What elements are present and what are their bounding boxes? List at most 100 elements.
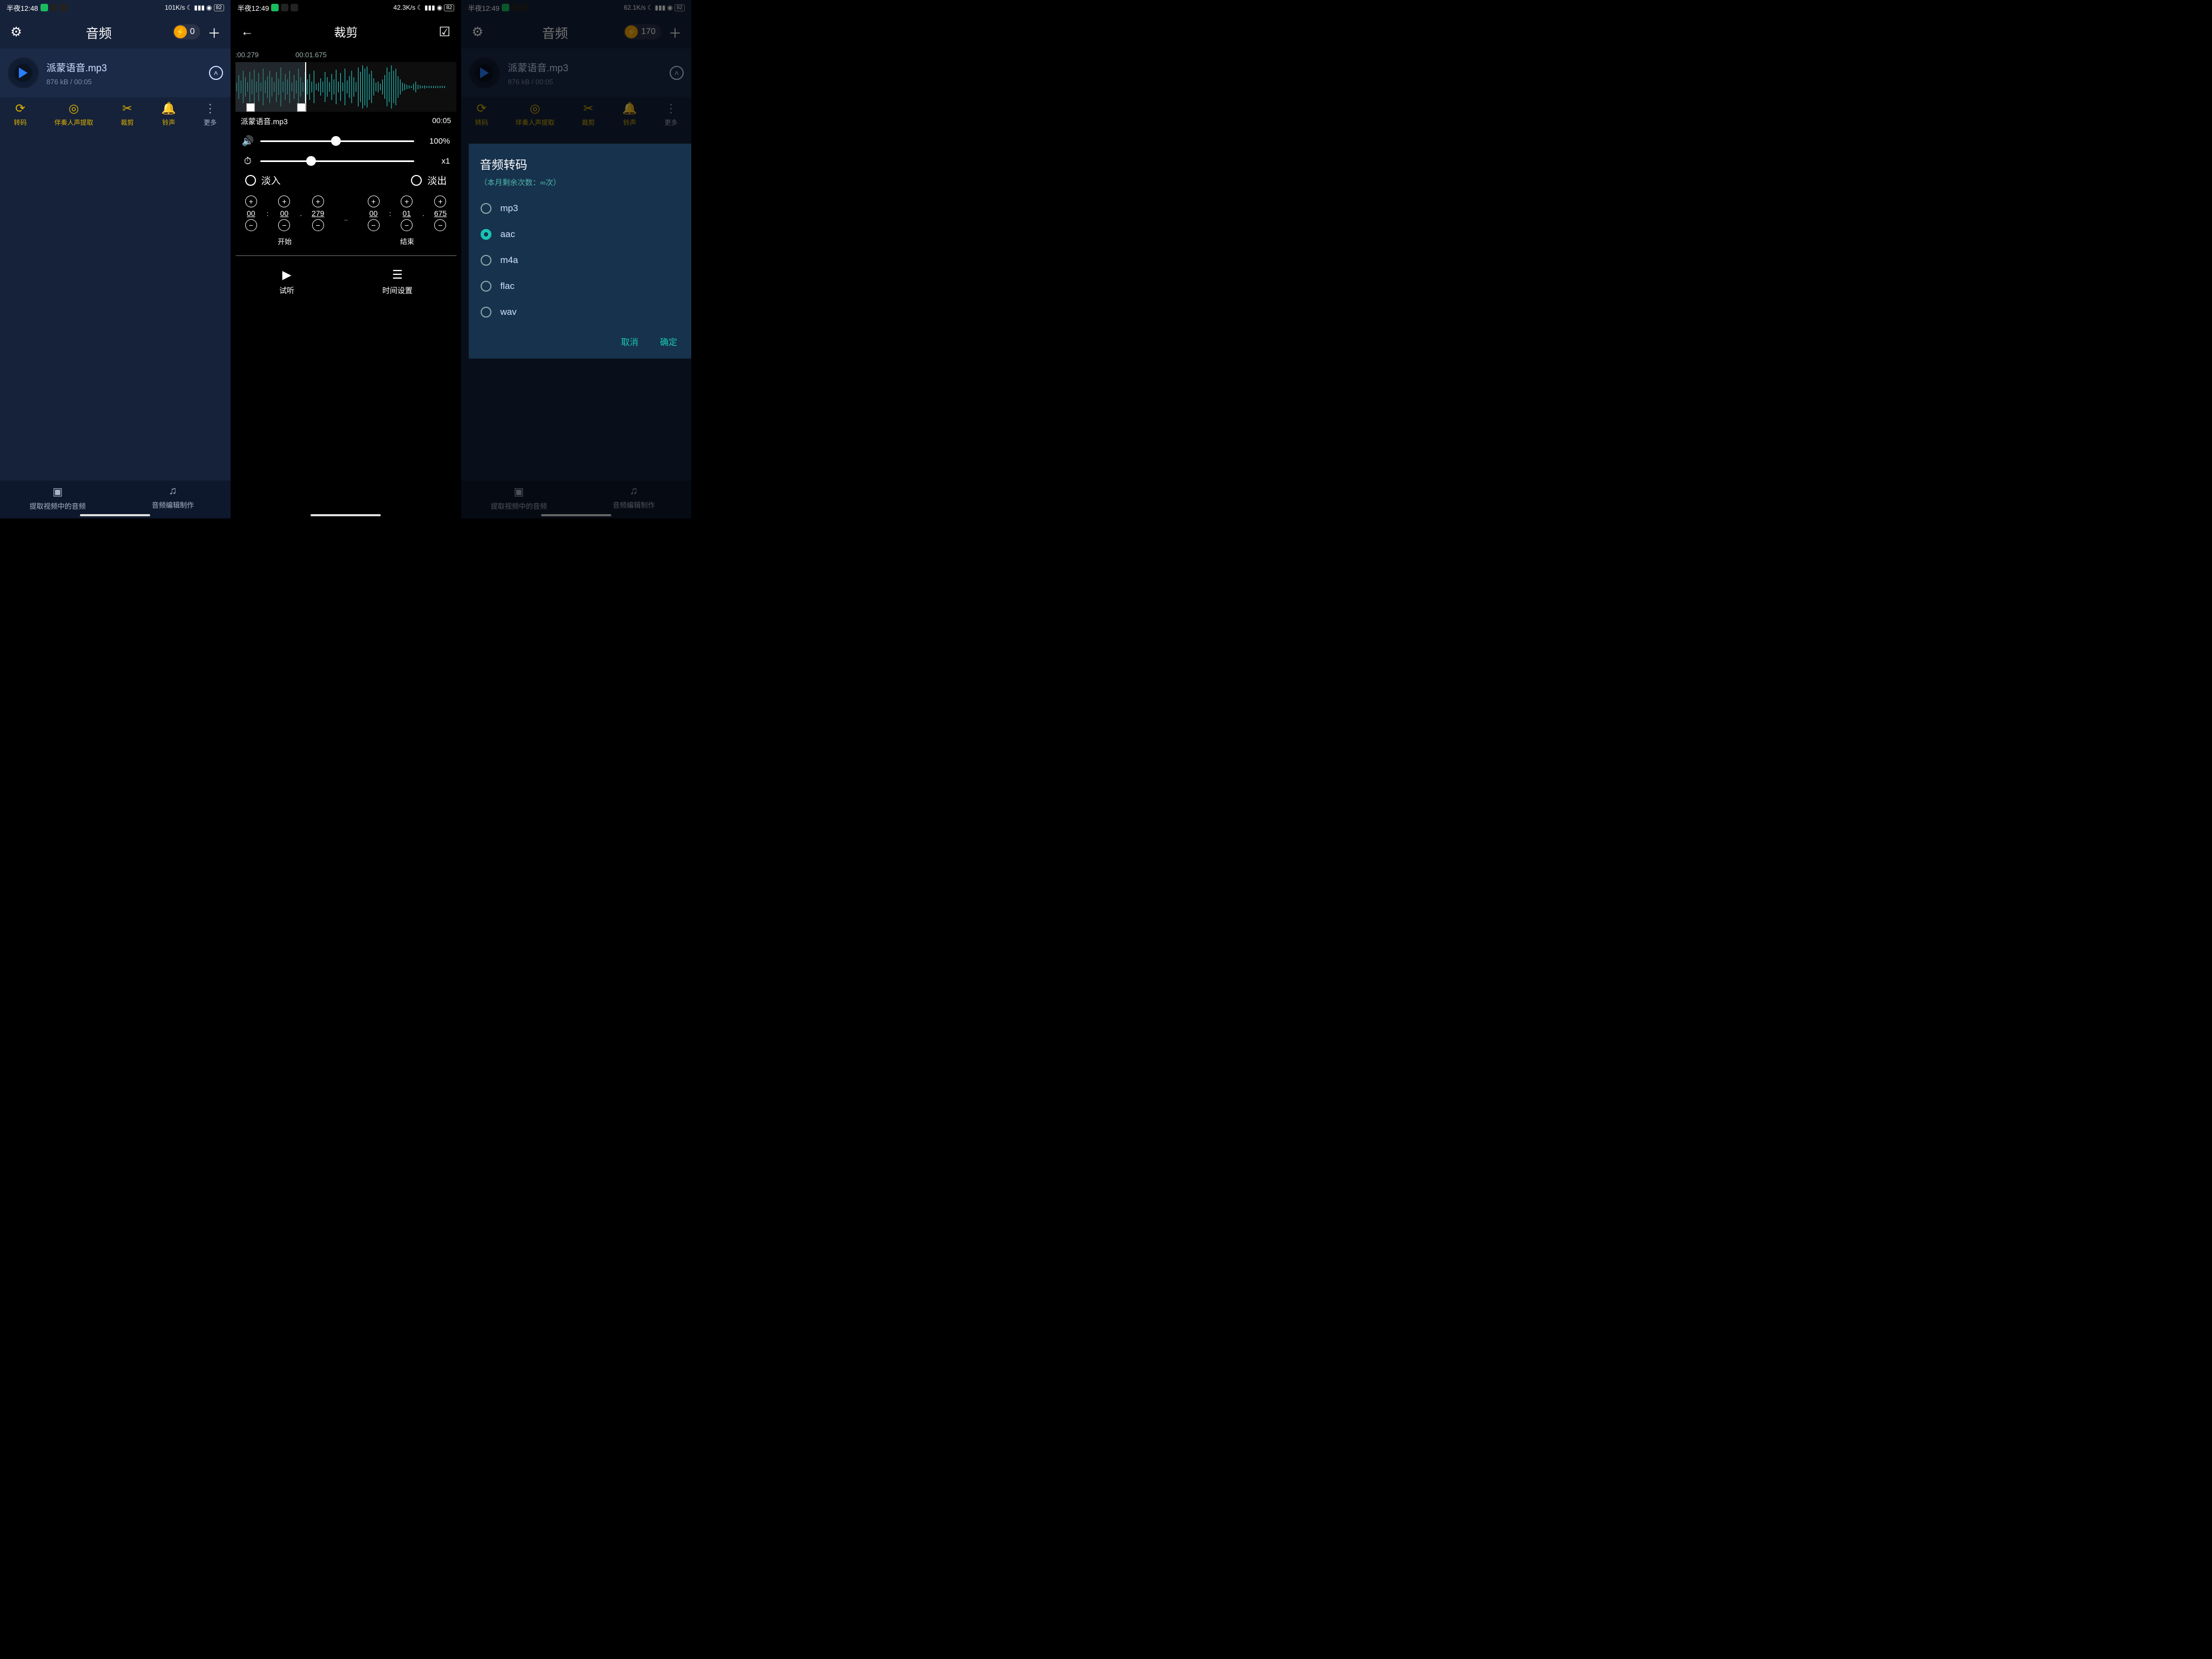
wifi-icon: ◉ <box>206 4 212 11</box>
inc-ms-end[interactable]: + <box>434 195 446 207</box>
music-icon: ♫ <box>115 485 230 497</box>
format-option-m4a[interactable]: m4a <box>480 247 680 273</box>
fade-out-toggle[interactable]: 淡出 <box>411 173 447 187</box>
home-indicator[interactable] <box>80 514 150 516</box>
checkbox-icon: ☑ <box>439 24 451 40</box>
tool-ringtone[interactable]: 🔔铃声 <box>161 102 176 127</box>
audio-meta: 876 kB / 00:05 <box>46 78 201 86</box>
volume-icon: 🔊 <box>242 136 254 147</box>
signal-icon: ▮▮▮ <box>194 4 205 11</box>
format-label: m4a <box>500 255 518 266</box>
home-indicator[interactable] <box>311 514 381 516</box>
indicator-icon <box>50 4 58 11</box>
more-icon: ⋮ <box>204 102 217 116</box>
sliders-icon: ☰ <box>382 268 413 282</box>
crop-duration: 00:05 <box>432 116 451 127</box>
indicator-icon <box>291 4 298 11</box>
dialog-title: 音频转码 <box>480 156 680 173</box>
moon-icon: ☾ <box>186 4 192 11</box>
format-option-flac[interactable]: flac <box>480 273 680 299</box>
dec-ss-start[interactable]: − <box>278 219 290 231</box>
radio-icon <box>481 307 491 318</box>
scissors-icon: ✂ <box>121 102 134 116</box>
coin-balance[interactable]: ⚡ 0 <box>173 24 200 39</box>
gear-icon: ⚙ <box>10 24 22 40</box>
selection-handle-start[interactable] <box>246 103 255 112</box>
start-time-editor: +00− : +00− . +279− 开始 <box>245 194 325 246</box>
tool-crop[interactable]: ✂裁剪 <box>121 102 134 127</box>
format-label: mp3 <box>500 203 518 214</box>
dialog-subtitle: （本月剩余次数：∞次） <box>480 177 680 188</box>
dec-ms-end[interactable]: − <box>434 219 446 231</box>
timeline-markers: :00.279 00:01.675 <box>235 49 457 62</box>
format-label: flac <box>500 281 514 292</box>
network-speed: 101K/s <box>165 4 185 11</box>
plus-icon: ＋ <box>208 23 221 42</box>
dec-mm-end[interactable]: − <box>368 219 380 231</box>
tool-row: ⟳转码 ◎伴奏人声提取 ✂裁剪 🔔铃声 ⋮更多 <box>0 97 231 132</box>
page-title: 裁剪 <box>334 23 358 41</box>
time-settings-button[interactable]: ☰时间设置 <box>382 268 413 296</box>
back-button[interactable]: ← <box>239 23 256 41</box>
fade-in-toggle[interactable]: 淡入 <box>245 173 281 187</box>
bell-icon: 🔔 <box>161 102 176 116</box>
dec-ss-end[interactable]: − <box>401 219 413 231</box>
dialog-cancel-button[interactable]: 取消 <box>621 335 638 348</box>
preview-button[interactable]: ▶试听 <box>279 268 294 296</box>
inc-ms-start[interactable]: + <box>312 195 324 207</box>
format-option-aac[interactable]: aac <box>480 221 680 247</box>
speed-icon: ⏱ <box>242 156 254 167</box>
tool-transcode[interactable]: ⟳转码 <box>14 102 27 127</box>
speed-value: x1 <box>421 157 450 166</box>
dialog-ok-button[interactable]: 确定 <box>660 335 677 348</box>
coin-value: 0 <box>190 27 195 37</box>
nav-edit[interactable]: ♫音频编辑制作 <box>115 481 230 518</box>
dec-ms-start[interactable]: − <box>312 219 324 231</box>
audio-filename: 派蒙语音.mp3 <box>46 60 201 75</box>
coin-icon: ⚡ <box>174 25 187 38</box>
settings-button[interactable]: ⚙ <box>8 23 25 41</box>
status-time: 半夜12:48 <box>6 3 38 13</box>
volume-value: 100% <box>421 137 450 146</box>
radio-icon <box>481 203 491 214</box>
transcode-icon: ⟳ <box>14 102 27 116</box>
indicator-icon <box>41 4 48 11</box>
end-time-editor: +00− : +01− . +675− 结束 <box>368 194 447 246</box>
indicator-icon <box>60 4 68 11</box>
waveform[interactable] <box>235 62 457 112</box>
expand-button[interactable]: ˄ <box>209 66 223 80</box>
tool-vocal-extract[interactable]: ◎伴奏人声提取 <box>55 102 93 127</box>
inc-mm-start[interactable]: + <box>245 195 257 207</box>
radio-icon <box>411 175 422 186</box>
radio-icon <box>481 229 491 240</box>
dec-mm-start[interactable]: − <box>245 219 257 231</box>
volume-slider-row: 🔊 100% <box>235 131 457 151</box>
wifi-icon: ◉ <box>437 4 442 11</box>
volume-slider[interactable] <box>260 140 415 142</box>
network-speed: 42.3K/s <box>393 4 415 11</box>
inc-ss-end[interactable]: + <box>401 195 413 207</box>
inc-mm-end[interactable]: + <box>368 195 380 207</box>
app-header: ⚙ 音频 ⚡ 0 ＋ <box>0 15 231 49</box>
speed-slider[interactable] <box>260 160 415 162</box>
page-title: 音频 <box>86 23 112 42</box>
tool-more[interactable]: ⋮更多 <box>204 102 217 127</box>
format-option-mp3[interactable]: mp3 <box>480 195 680 221</box>
crop-header: ← 裁剪 ☑ <box>231 15 461 49</box>
play-icon <box>19 68 28 78</box>
inc-ss-start[interactable]: + <box>278 195 290 207</box>
battery-icon: 82 <box>444 4 454 11</box>
background-art <box>231 302 461 518</box>
selection-handle-end[interactable] <box>297 103 306 112</box>
format-label: aac <box>500 229 515 240</box>
confirm-button[interactable]: ☑ <box>436 23 453 41</box>
nav-extract[interactable]: ▣提取视频中的音频 <box>0 481 115 518</box>
bottom-nav: ▣提取视频中的音频 ♫音频编辑制作 <box>0 481 231 518</box>
format-option-wav[interactable]: wav <box>480 299 680 325</box>
audio-item[interactable]: 派蒙语音.mp3 876 kB / 00:05 ˄ <box>0 49 231 97</box>
radio-icon <box>481 281 491 292</box>
add-button[interactable]: ＋ <box>206 23 223 41</box>
moon-icon: ☾ <box>417 4 423 11</box>
radio-icon <box>481 255 491 266</box>
arrow-left-icon: ← <box>241 24 254 39</box>
